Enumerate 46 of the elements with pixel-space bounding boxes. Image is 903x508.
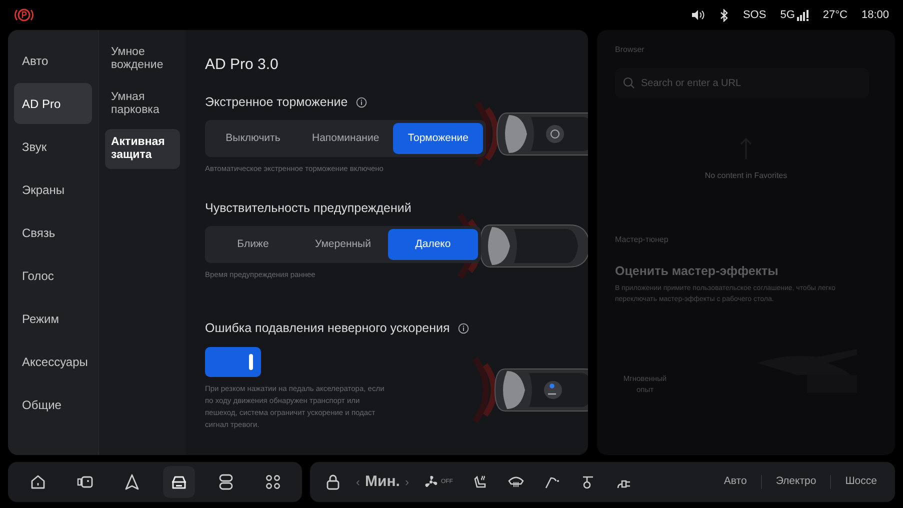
drive-mode-button[interactable]: Авто (720, 474, 751, 490)
sidebar-item[interactable]: Голос (14, 255, 92, 296)
fan-icon (422, 474, 439, 490)
sidebar-item[interactable]: Авто (14, 40, 92, 81)
clock-label: 18:00 (861, 8, 889, 23)
info-icon[interactable] (458, 322, 469, 334)
search-field[interactable]: Search or enter a URL (615, 68, 869, 98)
sidebar-item[interactable]: Связь (14, 212, 92, 253)
drive-mode-button[interactable]: Шоссе (841, 474, 881, 490)
segment-option[interactable]: Торможение (393, 123, 484, 154)
segment-option[interactable]: Далеко (388, 229, 478, 260)
widget-title: Browser (615, 44, 646, 56)
segment-option[interactable]: Ближе (208, 229, 298, 260)
segment-option[interactable]: Выключить (208, 123, 298, 154)
empty-message: No content in Favorites (704, 170, 788, 182)
page-title: AD Pro 3.0 (205, 55, 280, 74)
segment-option[interactable]: Напоминание (298, 123, 394, 154)
sidebar-item[interactable]: Режим (14, 298, 92, 339)
submenu-item[interactable]: Активная защита (105, 129, 180, 169)
sidebar-item[interactable]: Аксессуары (14, 341, 92, 382)
submenu-item[interactable]: Умное вождение (105, 39, 180, 79)
search-icon (623, 77, 635, 89)
network-label: 5G (780, 8, 795, 23)
parking-brake-icon (14, 7, 34, 23)
toggle-switch[interactable] (205, 347, 261, 377)
bluetooth-icon[interactable] (718, 8, 729, 22)
sidebar-item[interactable]: Звук (14, 126, 92, 167)
signal-icon (796, 10, 809, 20)
sidebar-item[interactable]: AD Pro (14, 83, 92, 124)
section-title: Ошибка подавления неверного ускорения (205, 320, 450, 337)
volume-icon[interactable] (690, 9, 705, 21)
widget-heading: Оценить мастер-эффекты (615, 263, 780, 280)
temperature-label: 27°C (822, 8, 848, 23)
temperature-value: Мин. (365, 472, 400, 492)
section-title: Экстренное торможение (205, 94, 348, 111)
segment-option[interactable]: Умеренный (298, 229, 388, 260)
section-title: Чувствительность предупреждений (205, 200, 412, 217)
car-icon[interactable] (162, 466, 194, 498)
submenu-item[interactable]: Умная парковка (105, 84, 180, 124)
sidebar-item[interactable]: Общие (14, 384, 92, 425)
info-icon[interactable] (356, 96, 367, 108)
widget-title: Мастер-тюнер (615, 234, 670, 246)
lock-icon[interactable] (324, 473, 342, 491)
sos-label: SOS (742, 8, 766, 23)
drive-mode-button[interactable]: Электро (772, 474, 820, 490)
sidebar-item[interactable]: Экраны (14, 169, 92, 210)
